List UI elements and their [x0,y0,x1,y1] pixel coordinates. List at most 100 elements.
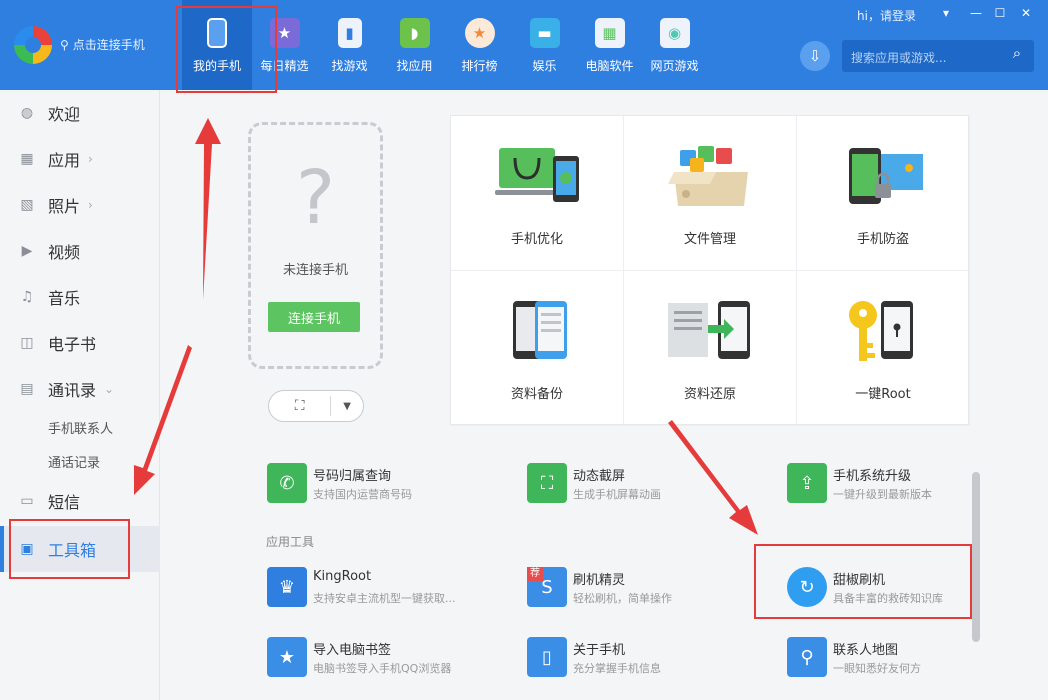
screenshot-button[interactable]: ⛶ ▼ [268,390,364,422]
close-icon[interactable]: ✕ [1016,6,1036,20]
phones-backup-icon [513,301,567,359]
sidebar-item-label: 短信 [48,493,81,512]
tile-label: 资料备份 [510,387,563,402]
nav-rankings[interactable]: ★ 排行榜 [447,0,512,90]
bookmark-import-icon: ★ [267,637,307,677]
tile-file-manager[interactable]: 文件管理 [624,116,797,271]
sidebar-item-label: 音乐 [48,289,81,308]
usb-icon: ⚲ [60,37,69,52]
key-phone-icon [849,301,913,361]
crown-icon: ♛ [267,567,307,607]
tool-desc: 支持国内运营商号码 [313,488,412,501]
monitor-icon: ▦ [594,18,625,48]
nav-label: 找应用 [396,59,433,73]
download-manager-icon[interactable]: ⇩ [800,41,830,71]
crop-icon[interactable]: ⛶ [269,398,330,414]
tool-number-lookup[interactable]: ✆ 号码归属查询 支持国内运营商号码 [267,463,487,507]
phone-query-icon: ✆ [267,463,307,503]
tile-label: 资料还原 [683,387,736,402]
nav-find-games[interactable]: ▮ 找游戏 [317,0,382,90]
tool-contact-map[interactable]: ⚲ 联系人地图 一眼知悉好友何方 [787,637,1007,681]
sidebar-sub-phone-contacts[interactable]: 手机联系人 [48,418,113,437]
tool-import-bookmarks[interactable]: ★ 导入电脑书签 电脑书签导入手机QQ浏览器 [267,637,487,681]
login-link[interactable]: hi，请登录 [857,7,916,24]
highlight-my-phone [176,6,277,93]
tile-restore[interactable]: 资料还原 [624,271,797,426]
tile-label: 文件管理 [683,232,736,247]
sidebar-item-sms[interactable]: ▭ 短信 [0,478,160,524]
sidebar-item-music[interactable]: ♫ 音乐 [0,274,160,320]
nav-find-apps[interactable]: ◗ 找应用 [382,0,447,90]
scrollbar[interactable] [972,472,980,642]
tool-name: 导入电脑书签 [313,643,392,658]
sidebar-item-label: 照片 [48,197,81,216]
connect-phone-button[interactable]: 连接手机 [268,302,360,332]
sidebar: ◍ 欢迎 ▦ 应用 › ▧ 照片 › ▶ 视频 ♫ 音乐 ◫ 电子书 ▤ 通讯录… [0,90,160,700]
system-upgrade-icon: ⇪ [787,463,827,503]
search-icon[interactable]: ⌕ [1006,44,1028,66]
tile-label: 手机防盗 [856,232,909,247]
tool-kingroot[interactable]: ♛ KingRoot 支持安卓主流机型一键获取... [267,567,487,611]
sidebar-sub-call-log[interactable]: 通话记录 [48,452,100,471]
tool-desc: 轻松刷机，简单操作 [573,592,672,605]
tile-anti-theft[interactable]: 手机防盗 [797,116,970,271]
sidebar-item-photos[interactable]: ▧ 照片 › [0,182,160,228]
top-bar: ⚲ 点击连接手机 我的手机 ★ 每日精选 ▮ 找游戏 ◗ 找应用 ★ 排行榜 ▬… [0,0,1048,90]
chevron-right-icon: › [88,198,93,212]
sidebar-item-apps[interactable]: ▦ 应用 › [0,136,160,182]
connect-phone-text: 点击连接手机 [72,38,145,52]
tile-phone-optimize[interactable]: 手机优化 [451,116,624,271]
tool-about-phone[interactable]: ▯ 关于手机 充分掌握手机信息 [527,637,747,681]
sidebar-item-welcome[interactable]: ◍ 欢迎 [0,90,160,136]
maximize-icon[interactable]: ☐ [990,6,1010,20]
tile-one-click-root[interactable]: 一键Root [797,271,970,426]
chevron-down-icon[interactable]: ▼ [331,401,363,412]
tool-flash-sprite[interactable]: S 荐 刷机精灵 轻松刷机，简单操作 [527,567,747,611]
minimize-icon[interactable]: — [966,6,986,20]
phone-status-text: 未连接手机 [282,263,348,278]
app-logo [14,26,52,64]
music-icon: ♫ [20,289,34,305]
nav-label: 娱乐 [532,59,557,73]
medal-icon: ★ [464,18,495,48]
tool-name: 关于手机 [573,643,626,658]
nav-label: 电脑软件 [585,59,634,73]
android-bag-icon: ◗ [399,18,430,48]
document-restore-icon [668,301,750,359]
tool-grid: 手机优化 文件管理 手机防盗 资料备份 资料还原 一键Root [450,115,970,426]
arrow-to-my-phone [195,118,221,300]
nav-web-games[interactable]: ◉ 网页游戏 [642,0,707,90]
tool-dynamic-screenshot[interactable]: ⛶ 动态截屏 生成手机屏幕动画 [527,463,747,507]
sidebar-item-label: 欢迎 [48,105,81,124]
sidebar-item-ebooks[interactable]: ◫ 电子书 [0,320,160,366]
search-placeholder: 搜索应用或游戏... [851,51,947,65]
highlight-toolbox [9,519,130,579]
sidebar-item-contacts[interactable]: ▤ 通讯录 ⌄ [0,366,160,412]
skin-icon[interactable]: ▾ [936,6,956,20]
browser-game-icon: ◉ [659,18,690,48]
sidebar-item-label: 通讯录 [48,381,97,400]
sidebar-item-videos[interactable]: ▶ 视频 [0,228,160,274]
apps-grid-icon: ▦ [20,151,34,167]
connect-phone-link[interactable]: ⚲ 点击连接手机 [60,36,145,53]
nav-entertainment[interactable]: ▬ 娱乐 [512,0,577,90]
tool-desc: 支持安卓主流机型一键获取... [313,592,456,605]
tool-name: KingRoot [313,569,372,584]
tool-name: 联系人地图 [833,643,899,658]
tool-desc: 一键升级到最新版本 [833,488,932,501]
tool-desc: 充分掌握手机信息 [573,662,661,675]
tool-desc: 电脑书签导入手机QQ浏览器 [313,662,452,675]
chevron-right-icon: › [88,152,93,166]
sidebar-item-label: 视频 [48,243,81,262]
gamepad-icon: ▮ [337,18,362,48]
nav-pc-software[interactable]: ▦ 电脑软件 [577,0,642,90]
search-input[interactable]: 搜索应用或游戏... ⌕ [842,40,1034,72]
phone-lock-map-icon [849,148,923,204]
nav-label: 排行榜 [461,59,498,73]
tile-backup[interactable]: 资料备份 [451,271,624,426]
tool-name: 动态截屏 [573,469,626,484]
screen-capture-icon: ⛶ [527,463,567,503]
contact-map-icon: ⚲ [787,637,827,677]
recommend-badge: 荐 [527,567,543,581]
tool-name: 手机系统升级 [833,469,912,484]
